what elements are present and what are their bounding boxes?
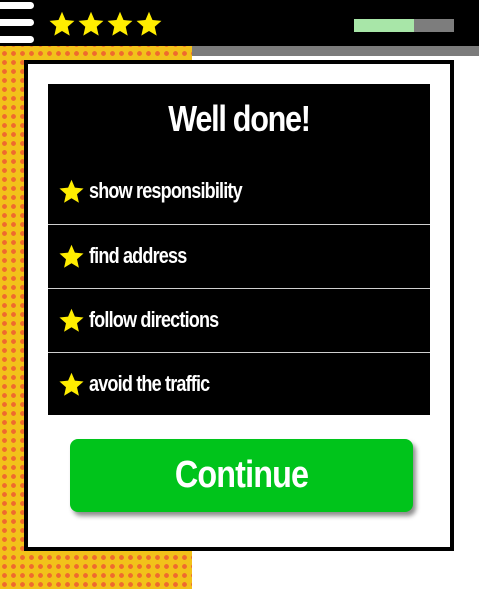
level-progress-fill (354, 19, 414, 32)
hamburger-icon-line (0, 19, 34, 26)
star-icon (59, 372, 84, 396)
achievement-item: follow directions (48, 288, 430, 352)
star-icon (59, 244, 84, 268)
level-progress-bar (354, 19, 454, 32)
achievement-label: avoid the traffic (89, 371, 210, 396)
star-icon (136, 11, 162, 36)
star-icon (49, 11, 75, 36)
achievement-label: follow directions (89, 307, 219, 332)
star-icon (59, 308, 84, 332)
continue-button[interactable]: Continue (70, 439, 413, 512)
star-rating (48, 10, 163, 38)
header-underline (192, 46, 479, 56)
continue-button-label: Continue (174, 454, 309, 496)
achievement-label: show responsibility (89, 178, 243, 203)
achievement-item: avoid the traffic (48, 352, 430, 416)
star-icon (78, 11, 104, 36)
achievement-label: find address (89, 243, 187, 268)
top-bar (0, 0, 479, 46)
achievement-item: show responsibility (48, 160, 430, 223)
achievement-item: find address (48, 224, 430, 288)
hamburger-icon-line (0, 36, 34, 43)
achievements-panel: Well done! show responsibility find addr… (48, 84, 430, 415)
star-icon (107, 11, 133, 36)
hamburger-icon (0, 2, 34, 9)
completion-dialog: Well done! show responsibility find addr… (24, 60, 454, 551)
star-icon (59, 179, 84, 203)
menu-button[interactable] (0, 2, 36, 44)
dialog-title: Well done! (168, 98, 311, 139)
